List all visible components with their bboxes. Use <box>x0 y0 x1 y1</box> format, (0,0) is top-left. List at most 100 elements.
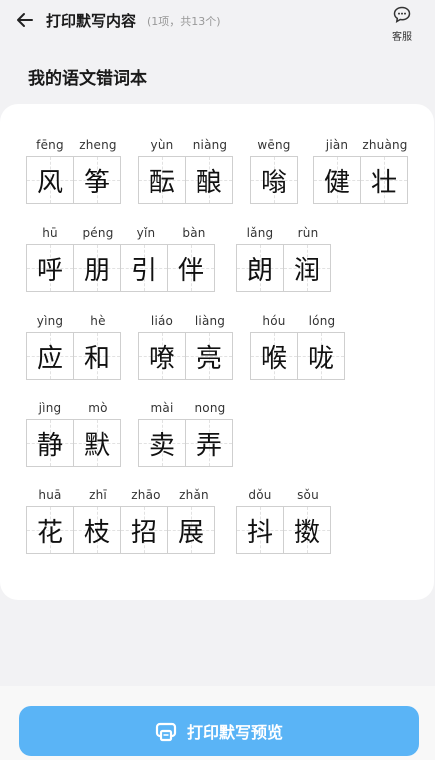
character-cell: 筝 <box>73 156 121 204</box>
pinyin-label: wēng <box>257 138 291 152</box>
word-item: mài nong 卖 弄 <box>138 401 234 467</box>
word-item: hóu lóng 喉 咙 <box>250 314 346 380</box>
customer-service-button[interactable]: 客服 <box>388 6 416 43</box>
pinyin-label: dǒu <box>248 488 272 502</box>
character-cell: 卖 <box>138 419 186 467</box>
pinyin-label: jìng <box>38 401 62 415</box>
pinyin-label: mò <box>88 401 108 415</box>
section-title: 我的语文错词本 <box>28 69 147 89</box>
print-preview-label: 打印默写预览 <box>186 723 283 742</box>
character-cell: 抖 <box>236 506 284 554</box>
character-cell: 应 <box>26 332 74 380</box>
print-preview-button[interactable]: 打印默写预览 <box>19 706 419 756</box>
page-title: 打印默写内容 <box>46 12 137 30</box>
word-item: hū péng yǐn bàn 呼 朋 引 伴 <box>26 226 218 292</box>
character-label: 招 <box>130 517 157 548</box>
pinyin-label: lǎng <box>246 226 274 240</box>
character-label: 引 <box>130 255 157 286</box>
character-label: 筝 <box>83 167 110 198</box>
character-label: 呼 <box>36 255 63 286</box>
character-cell: 弄 <box>185 419 233 467</box>
pinyin-label: hū <box>42 226 58 240</box>
pinyin-label: rùn <box>297 226 319 240</box>
character-cell: 朗 <box>236 244 284 292</box>
pinyin-label: huā <box>38 488 62 502</box>
character-label: 酿 <box>195 167 222 198</box>
back-arrow-icon[interactable] <box>14 8 36 32</box>
character-cell: 静 <box>26 419 74 467</box>
character-cell: 枝 <box>73 506 121 554</box>
pinyin-label: mài <box>150 401 174 415</box>
character-cell: 酿 <box>185 156 233 204</box>
pinyin-label: zhāo <box>131 488 161 502</box>
character-label: 朋 <box>83 255 110 286</box>
character-label: 嘹 <box>148 343 175 374</box>
word-item: fēng zheng 风 筝 <box>26 138 122 204</box>
character-label: 抖 <box>246 517 273 548</box>
chat-bubble-icon <box>393 6 411 23</box>
top-bar: 打印默写内容 (1项，共13个) 客服 <box>0 0 435 43</box>
word-item: jìng mò 静 默 <box>26 401 122 467</box>
character-label: 健 <box>323 167 350 198</box>
word-item: huā zhī zhāo zhǎn 花 枝 招 展 <box>26 488 218 554</box>
character-label: 默 <box>83 430 110 461</box>
pinyin-label: yǐn <box>136 226 156 240</box>
pinyin-label: bàn <box>182 226 206 240</box>
character-cell: 伴 <box>167 244 215 292</box>
printer-icon <box>155 722 177 742</box>
character-label: 弄 <box>195 430 222 461</box>
pinyin-label: jiàn <box>325 138 349 152</box>
character-cell: 招 <box>120 506 168 554</box>
character-label: 嗡 <box>260 167 287 198</box>
character-cell: 和 <box>73 332 121 380</box>
character-label: 展 <box>177 517 204 548</box>
word-item: liáo liàng 嘹 亮 <box>138 314 234 380</box>
pinyin-label: hóu <box>262 314 286 328</box>
character-label: 风 <box>36 167 63 198</box>
pinyin-label: fēng <box>36 138 64 152</box>
character-cell: 花 <box>26 506 74 554</box>
pinyin-label: sǒu <box>297 488 319 502</box>
word-item: lǎng rùn 朗 润 <box>236 226 332 292</box>
character-label: 咙 <box>307 343 334 374</box>
character-cell: 润 <box>283 244 331 292</box>
pinyin-label: yùn <box>150 138 174 152</box>
character-cell: 朋 <box>73 244 121 292</box>
character-label: 伴 <box>177 255 204 286</box>
pinyin-label: zheng <box>79 138 117 152</box>
character-label: 枝 <box>83 517 110 548</box>
pinyin-label: zhǎn <box>179 488 209 502</box>
word-item: jiàn zhuàng 健 壮 <box>313 138 409 204</box>
pinyin-label: niàng <box>192 138 228 152</box>
pinyin-label: zhuàng <box>362 138 408 152</box>
character-cell: 默 <box>73 419 121 467</box>
character-label: 和 <box>83 343 110 374</box>
item-count-subtitle: (1项，共13个) <box>147 15 221 28</box>
character-cell: 壮 <box>360 156 408 204</box>
pinyin-label: liáo <box>150 314 174 328</box>
character-cell: 亮 <box>185 332 233 380</box>
character-cell: 展 <box>167 506 215 554</box>
word-item: dǒu sǒu 抖 擞 <box>236 488 332 554</box>
pinyin-label: lóng <box>308 314 336 328</box>
character-label: 花 <box>36 517 63 548</box>
character-cell: 嘹 <box>138 332 186 380</box>
character-label: 壮 <box>370 167 397 198</box>
pinyin-label: hè <box>90 314 106 328</box>
character-label: 喉 <box>260 343 287 374</box>
word-item: wēng 嗡 <box>250 138 298 204</box>
character-cell: 咙 <box>297 332 345 380</box>
character-cell: 风 <box>26 156 74 204</box>
character-cell: 健 <box>313 156 361 204</box>
word-item: yùn niàng 酝 酿 <box>138 138 234 204</box>
character-label: 应 <box>36 343 63 374</box>
character-cell: 引 <box>120 244 168 292</box>
character-label: 卖 <box>148 430 175 461</box>
character-label: 擞 <box>293 517 320 548</box>
customer-service-label: 客服 <box>392 32 412 43</box>
pinyin-label: zhī <box>89 488 107 502</box>
character-label: 酝 <box>148 167 175 198</box>
character-label: 朗 <box>246 255 273 286</box>
character-label: 润 <box>293 255 320 286</box>
word-item: yìng hè 应 和 <box>26 314 122 380</box>
